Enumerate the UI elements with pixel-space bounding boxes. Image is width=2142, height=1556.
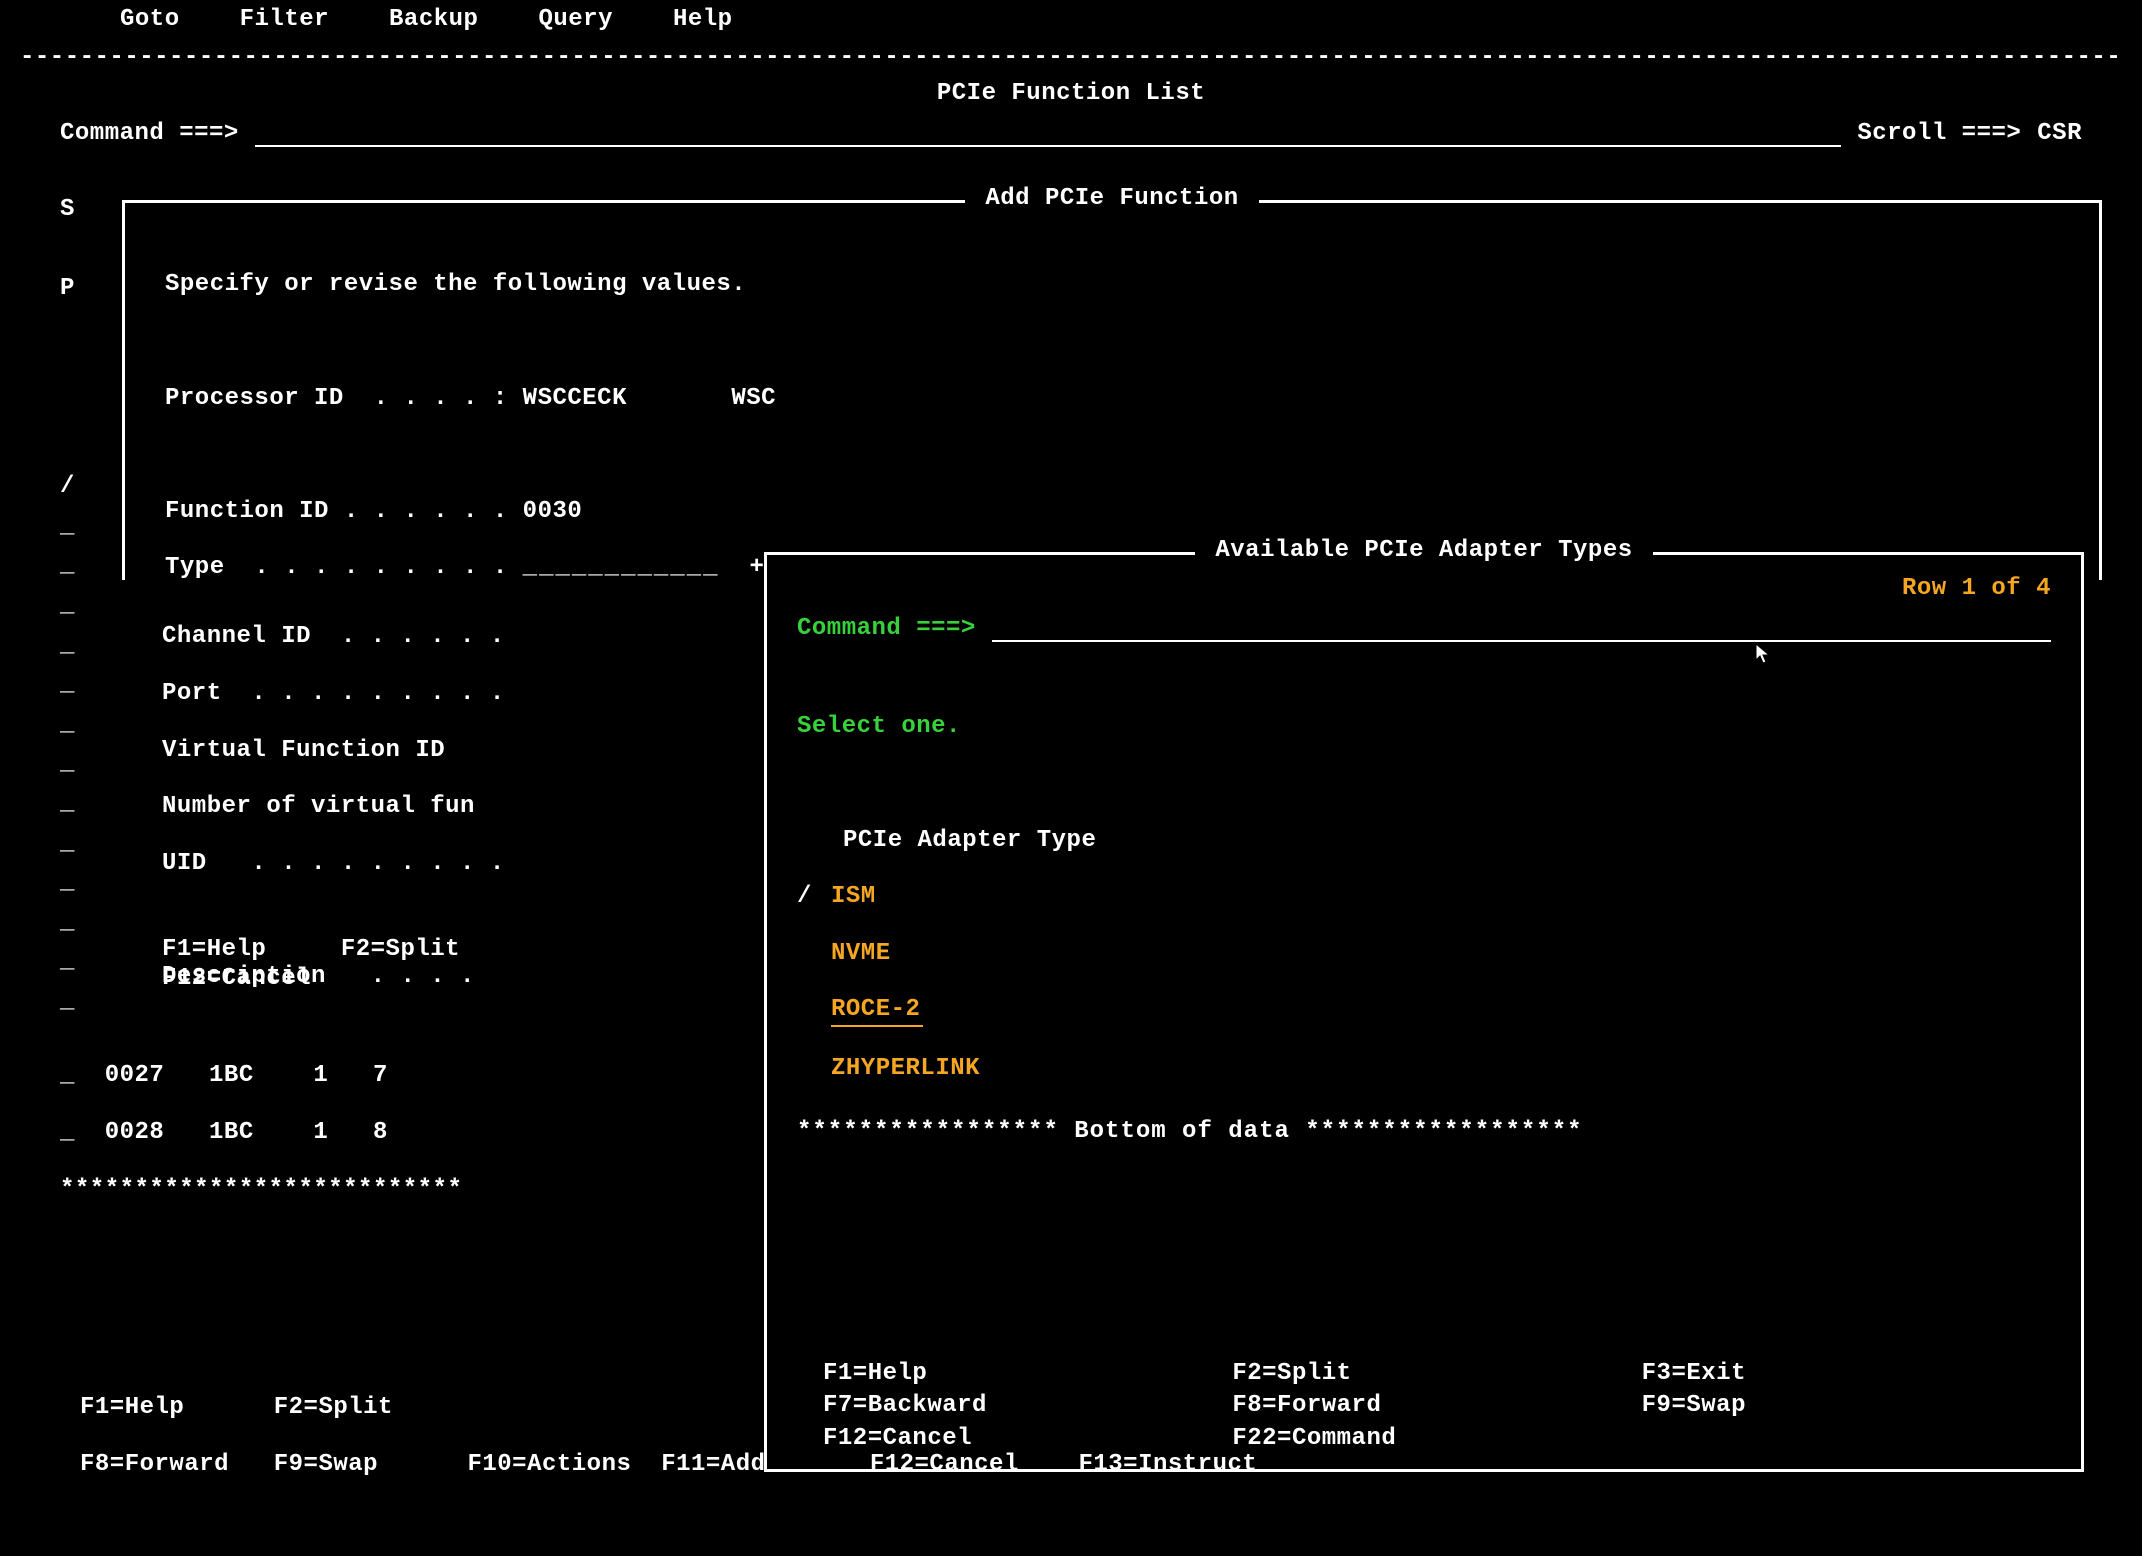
function-id-value[interactable]: 0030	[523, 498, 583, 525]
adapter-type-row-ism[interactable]: /ISM	[797, 883, 2051, 911]
processor-id-label: Processor ID . . . . :	[165, 385, 508, 412]
menu-divider: ----------------------------------------…	[20, 44, 2122, 72]
adapter-types-command-input[interactable]	[992, 618, 2051, 642]
port-label: Port . . . . . . . . .	[162, 680, 505, 708]
adapter-types-body: Select one. PCIe Adapter Type /ISM NVME …	[797, 685, 2051, 1203]
adapter-type-label: ISM	[831, 883, 876, 911]
scroll-value[interactable]: CSR	[2037, 120, 2082, 148]
command-prompt-label: Command ===>	[60, 120, 239, 148]
num-virtual-fun-label: Number of virtual fun	[162, 793, 505, 821]
function-id-label: Function ID . . . . . .	[165, 498, 508, 525]
type-prompt-icon[interactable]: +	[750, 554, 765, 581]
adapter-type-label: ZHYPERLINK	[831, 1055, 980, 1083]
outer-fkeys-line2[interactable]: F8=Forward F9=Swap F10=Actions F11=Add F…	[80, 1451, 1257, 1478]
adapter-type-row-nvme[interactable]: NVME	[797, 940, 2051, 968]
add-panel-f2[interactable]: F2=Split	[341, 936, 460, 963]
bg-row-0028[interactable]: _ 0028 1BC 1 8	[60, 1119, 462, 1147]
adapter-types-row-counter: Row 1 of 4	[1902, 575, 2051, 603]
bg-row-0027[interactable]: _ 0027 1BC 1 7	[60, 1062, 462, 1090]
type-input[interactable]: ____________	[523, 554, 720, 582]
uid-label: UID . . . . . . . . .	[162, 850, 505, 878]
add-panel-instruction: Specify or revise the following values.	[165, 271, 2059, 299]
menu-filter[interactable]: Filter	[240, 6, 329, 34]
channel-id-label: Channel ID . . . . . .	[162, 623, 505, 651]
type-label: Type . . . . . . . . .	[165, 554, 508, 581]
add-panel-f1[interactable]: F1=Help	[162, 936, 266, 963]
select-one-instruction: Select one.	[797, 713, 2051, 741]
add-panel-title: Add PCIe Function	[125, 185, 2099, 213]
adapter-types-command-line: Command ===>	[797, 615, 2051, 643]
background-function-rows: _ 0027 1BC 1 7 _ 0028 1BC 1 8 **********…	[60, 1034, 462, 1261]
menu-backup[interactable]: Backup	[389, 6, 478, 34]
processor-id-extra: WSC	[731, 385, 776, 412]
add-panel-fkeys: F1=Help F2=Split F12=Cancel	[162, 908, 460, 1021]
outer-fkeys-line1[interactable]: F1=Help F2=Split	[80, 1394, 393, 1421]
menu-bar: Goto Filter Backup Query Help	[120, 6, 733, 34]
menu-goto[interactable]: Goto	[120, 6, 180, 34]
command-scroll-line: Command ===> Scroll ===> CSR	[60, 120, 2082, 148]
adapter-types-command-prompt: Command ===>	[797, 615, 976, 643]
page-title: PCIe Function List	[0, 80, 2142, 108]
processor-id-value: WSCCECK	[523, 385, 627, 412]
mouse-cursor-icon	[1756, 644, 1770, 664]
adapter-types-popup: Available PCIe Adapter Types Row 1 of 4 …	[764, 552, 2084, 1472]
adapter-type-header: PCIe Adapter Type	[797, 827, 2051, 855]
bottom-of-data-marker: ***************** Bottom of data *******…	[797, 1118, 2051, 1146]
add-panel-f12[interactable]: F12=Cancel	[162, 965, 311, 992]
bg-row-stars: ***************************	[60, 1176, 462, 1204]
command-input[interactable]	[255, 123, 1842, 147]
menu-query[interactable]: Query	[538, 6, 613, 34]
adapter-types-title: Available PCIe Adapter Types	[767, 537, 2081, 565]
virtual-function-id-label: Virtual Function ID	[162, 737, 505, 765]
adapter-type-row-roce2[interactable]: ROCE-2	[797, 996, 2051, 1026]
adapter-type-row-zhyperlink[interactable]: ZHYPERLINK	[797, 1055, 2051, 1083]
terminal-screen: Goto Filter Backup Query Help ----------…	[0, 0, 2142, 1556]
adapter-type-label: NVME	[831, 940, 891, 968]
adapter-type-label: ROCE-2	[831, 996, 923, 1026]
selector-mark[interactable]: /	[797, 883, 831, 911]
outer-fkeys: F1=Help F2=Split F8=Forward F9=Swap F10=…	[80, 1366, 2082, 1536]
scroll-label: Scroll ===>	[1857, 120, 2021, 148]
add-pcie-function-panel: Add PCIe Function Specify or revise the …	[122, 200, 2102, 580]
menu-help[interactable]: Help	[673, 6, 733, 34]
selection-column[interactable]: S P / _ _ _ _ _ _ _ _ _ _ _ _ _	[60, 190, 75, 1021]
